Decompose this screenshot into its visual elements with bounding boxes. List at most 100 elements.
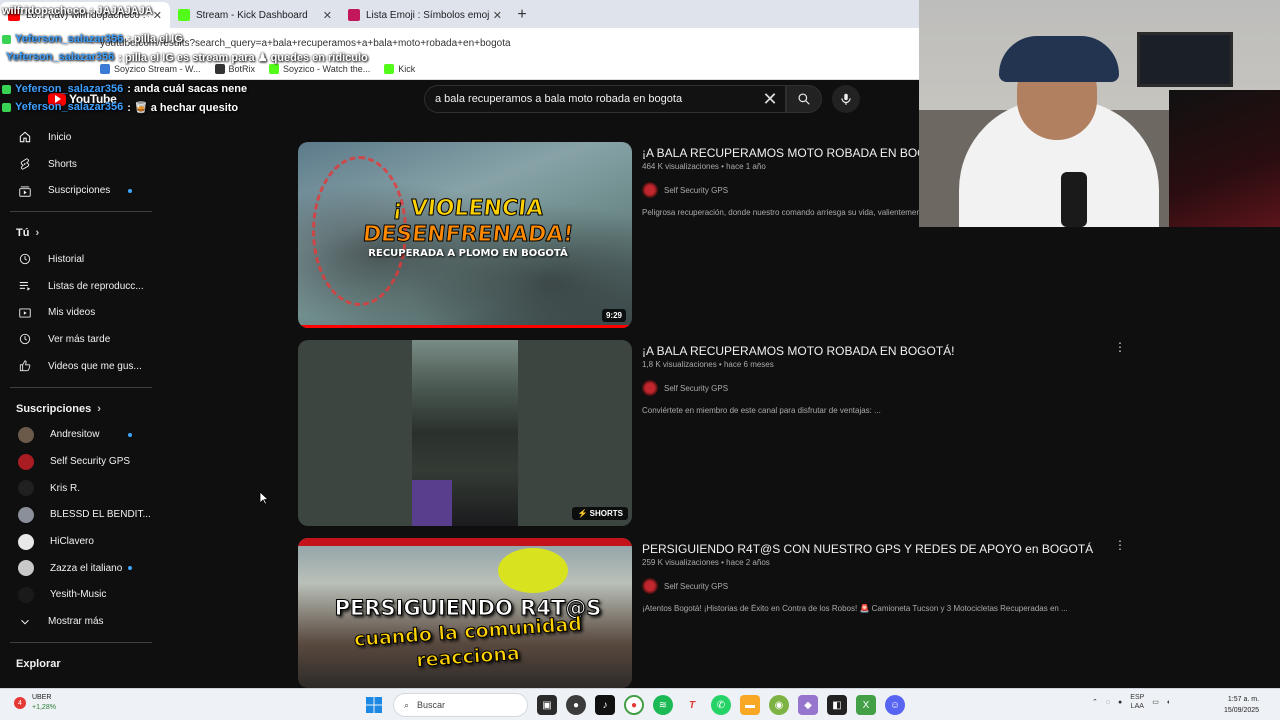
language-top: ESP xyxy=(1130,694,1145,701)
task-view-icon[interactable]: ▣ xyxy=(537,695,557,715)
text-app-icon[interactable]: T xyxy=(682,695,702,715)
tab-emoji-list[interactable]: Lista Emoji : Símbolos emoji na ✕ xyxy=(340,2,510,28)
sidebar-item-subscription[interactable]: Yesith-Music xyxy=(0,582,155,609)
chat-text: : anda cuál sacas nene xyxy=(127,83,248,95)
microphone-icon xyxy=(841,93,851,105)
stock-widget[interactable]: 4 UBER +1,28% xyxy=(14,693,56,713)
search-result[interactable]: PERSIGUIENDO R4T@S cuando la comunidad r… xyxy=(298,538,1128,690)
more-actions-icon[interactable]: ⋮ xyxy=(1114,340,1126,354)
display-icon[interactable]: ▭ xyxy=(1152,698,1159,706)
sidebar-item-inicio[interactable]: Inicio xyxy=(0,124,155,151)
shorts-badge: ⚡ SHORTS xyxy=(572,507,628,520)
sidebar-item-subscription[interactable]: Self Security GPS xyxy=(0,448,155,475)
video-title[interactable]: ¡A BALA RECUPERAMOS MOTO ROBADA EN BOGOT… xyxy=(642,344,1122,358)
video-title[interactable]: PERSIGUIENDO R4T@S CON NUESTRO GPS Y RED… xyxy=(642,542,1122,556)
video-thumbnail[interactable]: ¡ VIOLENCIA DESENFRENADA! RECUPERADA A P… xyxy=(298,142,632,328)
channel-link[interactable]: Self Security GPS xyxy=(642,182,728,198)
bookmark-kick[interactable]: Kick xyxy=(384,63,415,74)
sidebar-item-subscription[interactable]: Andresitow xyxy=(0,422,155,449)
sidebar-item-suscripciones[interactable]: Suscripciones xyxy=(0,177,155,204)
sidebar-item-label: Andresitow xyxy=(50,429,100,441)
channel-name: Self Security GPS xyxy=(664,185,729,195)
video-thumbnail[interactable]: PERSIGUIENDO R4T@S cuando la comunidad r… xyxy=(298,538,632,688)
shorts-badge-label: SHORTS xyxy=(589,509,623,518)
sidebar-heading-label: Explorar xyxy=(16,658,61,670)
sidebar-item-label: Mostrar más xyxy=(48,616,104,628)
sidebar-item-liked-videos[interactable]: Videos que me gus... xyxy=(0,353,155,380)
app-icon[interactable]: ◉ xyxy=(769,695,789,715)
sidebar-item-historial[interactable]: Historial xyxy=(0,246,155,273)
sidebar-item-playlists[interactable]: Listas de reproducc... xyxy=(0,273,155,300)
whatsapp-icon[interactable]: ✆ xyxy=(711,695,731,715)
chevron-up-icon[interactable]: ⌃ xyxy=(1092,698,1098,706)
clear-search-icon[interactable]: ✕ xyxy=(760,89,780,109)
chrome-icon[interactable]: ● xyxy=(624,695,644,715)
excel-icon[interactable]: X xyxy=(856,695,876,715)
sidebar-item-label: Kris R. xyxy=(50,482,80,494)
search-query-text: a bala recuperamos a bala moto robada en… xyxy=(435,93,683,105)
sidebar-item-label: Listas de reproducc... xyxy=(48,280,144,292)
tiktok-icon[interactable]: ♪ xyxy=(595,695,615,715)
language-indicator[interactable]: ESP LAA xyxy=(1130,693,1144,711)
sidebar-item-subscription[interactable]: HiClavero xyxy=(0,528,155,555)
channel-avatar xyxy=(642,578,658,594)
windows-start-icon[interactable] xyxy=(364,695,384,715)
sidebar-item-shorts[interactable]: Shorts xyxy=(0,151,155,178)
microphone-icon[interactable]: ● xyxy=(1118,699,1122,706)
sidebar-item-label: Shorts xyxy=(48,158,77,170)
search-result[interactable]: ⚡ SHORTS ¡A BALA RECUPERAMOS MOTO ROBADA… xyxy=(298,340,1128,528)
channel-name: Self Security GPS xyxy=(664,581,729,591)
sidebar-item-mostrar-mas[interactable]: Mostrar más xyxy=(0,608,155,635)
search-button[interactable] xyxy=(786,85,822,113)
search-input[interactable]: a bala recuperamos a bala moto robada en… xyxy=(424,85,786,113)
webcam-person-hat xyxy=(999,36,1119,82)
app-icon[interactable]: ◧ xyxy=(827,695,847,715)
obs-icon[interactable]: ● xyxy=(566,695,586,715)
emoji-favicon-icon xyxy=(348,9,360,21)
taskbar-clock[interactable]: 1:57 a. m. 15/09/2025 xyxy=(1224,694,1259,716)
clock-time: 1:57 a. m. xyxy=(1227,696,1260,703)
new-tab-icon[interactable]: + xyxy=(510,2,534,28)
sidebar-heading-suscripciones[interactable]: Suscripciones › xyxy=(0,396,155,422)
sidebar-item-label: HiClavero xyxy=(50,536,94,548)
sidebar-heading-tu[interactable]: Tú › xyxy=(0,220,155,246)
subscriptions-icon xyxy=(18,184,32,198)
volume-icon[interactable]: ◐ xyxy=(1167,699,1171,706)
close-tab-icon[interactable]: ✕ xyxy=(493,9,502,22)
new-content-dot xyxy=(128,566,132,571)
more-actions-icon[interactable]: ⋮ xyxy=(1114,538,1126,552)
search-icon: ⌕ xyxy=(404,699,410,710)
sidebar-item-subscription[interactable]: BLESSD EL BENDIT... xyxy=(0,502,155,529)
app-icon[interactable]: ◆ xyxy=(798,695,818,715)
avatar xyxy=(18,506,34,523)
sidebar-item-subscription[interactable]: Zazza el italiano xyxy=(0,555,155,582)
stream-chat-overlay: wilfridopacheco: JAJAJAJA Yeferson_salaz… xyxy=(2,2,368,116)
network-icon[interactable]: ◌ xyxy=(1106,699,1110,706)
chat-message: wilfridopacheco: JAJAJAJA xyxy=(2,2,332,20)
stock-change: +1,28% xyxy=(32,704,56,711)
thumbnail-scene xyxy=(498,548,568,593)
taskbar-search[interactable]: ⌕ Buscar xyxy=(393,693,528,717)
new-content-dot xyxy=(128,188,132,193)
webcam-overlay xyxy=(919,0,1280,227)
video-thumbnail[interactable]: ⚡ SHORTS xyxy=(298,340,632,526)
avatar xyxy=(18,560,34,577)
sidebar-item-subscription[interactable]: Kris R. xyxy=(0,475,155,502)
spotify-icon[interactable]: ≋ xyxy=(653,695,673,715)
channel-link[interactable]: Self Security GPS xyxy=(642,380,728,396)
sidebar-item-ver-mas-tarde[interactable]: Ver más tarde xyxy=(0,326,155,353)
file-explorer-icon[interactable]: ▬ xyxy=(740,695,760,715)
discord-icon[interactable]: ☺ xyxy=(885,695,905,715)
sidebar-item-mis-videos[interactable]: Mis videos xyxy=(0,299,155,326)
badge-icon xyxy=(2,84,11,94)
channel-link[interactable]: Self Security GPS xyxy=(642,578,728,594)
sidebar-divider xyxy=(10,642,152,643)
webcam-microphone xyxy=(1061,172,1087,227)
home-icon xyxy=(18,130,32,144)
chat-username: Yeferson_salazar356 xyxy=(15,101,124,113)
shorts-icon xyxy=(18,157,32,171)
voice-search-button[interactable] xyxy=(832,85,860,113)
taskbar-apps: ⌕ Buscar ▣ ● ♪ ● ≋ T ✆ ▬ ◉ ◆ ◧ X ☺ xyxy=(364,693,905,717)
chat-text: : pilla el IG es stream para ♟ quedes en… xyxy=(118,51,368,64)
avatar xyxy=(18,533,34,550)
